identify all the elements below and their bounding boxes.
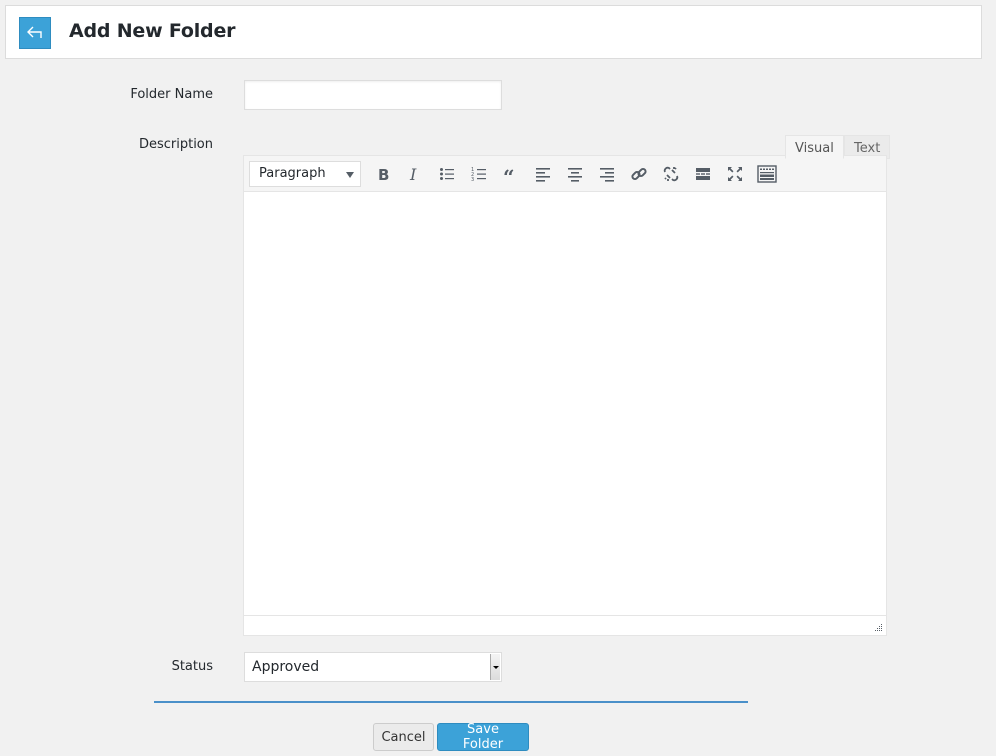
- insert-link-button[interactable]: [623, 160, 655, 188]
- remove-link-button[interactable]: [655, 160, 687, 188]
- chevron-down-icon: [346, 171, 354, 178]
- italic-button[interactable]: I: [399, 160, 431, 188]
- form-divider: [154, 701, 748, 703]
- editor-statusbar: [244, 615, 886, 635]
- format-select-value: Paragraph: [259, 166, 326, 181]
- align-right-icon: [600, 167, 614, 182]
- tab-visual[interactable]: Visual: [785, 135, 844, 159]
- arrow-return-left-icon: [27, 26, 42, 38]
- format-select[interactable]: Paragraph: [249, 160, 361, 187]
- bulleted-list-button[interactable]: [431, 160, 463, 188]
- page-title: Add New Folder: [69, 20, 236, 42]
- folder-name-label: Folder Name: [130, 87, 213, 102]
- italic-icon: I: [409, 166, 417, 182]
- fullscreen-button[interactable]: [719, 160, 751, 188]
- svg-text:I: I: [409, 166, 417, 182]
- folder-name-input[interactable]: [244, 80, 502, 110]
- status-select-value: Approved: [252, 659, 320, 675]
- align-left-button[interactable]: [527, 160, 559, 188]
- toolbar-toggle-icon: [757, 164, 777, 183]
- chevron-down-icon: [490, 654, 500, 680]
- bold-button[interactable]: B: [367, 160, 399, 188]
- read-more-icon: [696, 167, 710, 180]
- fullscreen-icon: [728, 166, 742, 181]
- insert-link-icon: [631, 167, 647, 180]
- bulleted-list-icon: [440, 167, 454, 180]
- svg-text:B: B: [378, 166, 389, 182]
- editor-toolbar: Paragraph B I 1 2 3 “: [244, 156, 886, 192]
- toolbar-toggle-button[interactable]: [751, 160, 783, 188]
- remove-link-icon: [663, 166, 679, 181]
- numbered-list-button[interactable]: 1 2 3: [463, 160, 495, 188]
- numbered-list-icon: 1 2 3: [471, 167, 486, 182]
- status-label: Status: [171, 659, 213, 674]
- description-label: Description: [138, 137, 213, 152]
- status-select[interactable]: Approved: [244, 652, 502, 682]
- read-more-button[interactable]: [687, 160, 719, 188]
- cancel-button[interactable]: Cancel: [373, 723, 434, 751]
- align-left-icon: [536, 167, 550, 182]
- blockquote-icon: “: [503, 166, 515, 182]
- page-header: Add New Folder: [5, 5, 982, 59]
- align-right-button[interactable]: [591, 160, 623, 188]
- align-center-button[interactable]: [559, 160, 591, 188]
- editor-content-area[interactable]: [244, 192, 886, 615]
- align-center-icon: [568, 167, 582, 182]
- blockquote-button[interactable]: “: [495, 160, 527, 188]
- resize-handle-icon[interactable]: [874, 623, 883, 632]
- bold-icon: B: [378, 166, 389, 182]
- svg-text:“: “: [503, 166, 515, 182]
- back-button[interactable]: [19, 17, 51, 49]
- description-editor: Paragraph B I 1 2 3 “: [243, 155, 887, 636]
- save-folder-button[interactable]: Save Folder: [437, 722, 529, 752]
- svg-text:3: 3: [471, 177, 474, 182]
